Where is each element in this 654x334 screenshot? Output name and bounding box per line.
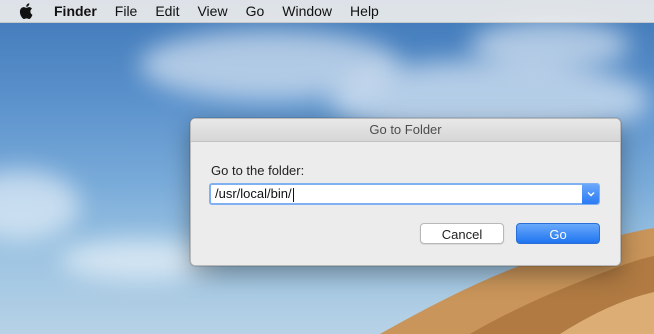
go-button[interactable]: Go — [516, 223, 600, 244]
menu-view[interactable]: View — [197, 3, 227, 19]
folder-path-combobox[interactable]: /usr/local/bin/ — [209, 183, 600, 205]
dialog-title: Go to Folder — [191, 119, 620, 142]
menu-file[interactable]: File — [115, 3, 138, 19]
menu-edit[interactable]: Edit — [155, 3, 179, 19]
menu-go[interactable]: Go — [246, 3, 265, 19]
folder-path-value: /usr/local/bin/ — [215, 186, 292, 201]
apple-logo-icon[interactable] — [18, 3, 34, 19]
menu-window[interactable]: Window — [282, 3, 332, 19]
recent-folders-dropdown-button[interactable] — [582, 184, 599, 204]
folder-path-input[interactable]: /usr/local/bin/ — [215, 185, 294, 203]
chevron-down-icon — [587, 192, 594, 197]
cancel-button[interactable]: Cancel — [420, 223, 504, 244]
text-cursor — [292, 187, 294, 202]
menu-app-finder[interactable]: Finder — [54, 3, 97, 19]
menu-help[interactable]: Help — [350, 3, 379, 19]
menu-bar: Finder File Edit View Go Window Help — [0, 0, 654, 23]
desktop-wallpaper: Finder File Edit View Go Window Help Go … — [0, 0, 654, 334]
folder-prompt-label: Go to the folder: — [211, 163, 305, 178]
go-to-folder-dialog: Go to Folder Go to the folder: /usr/loca… — [190, 118, 621, 266]
